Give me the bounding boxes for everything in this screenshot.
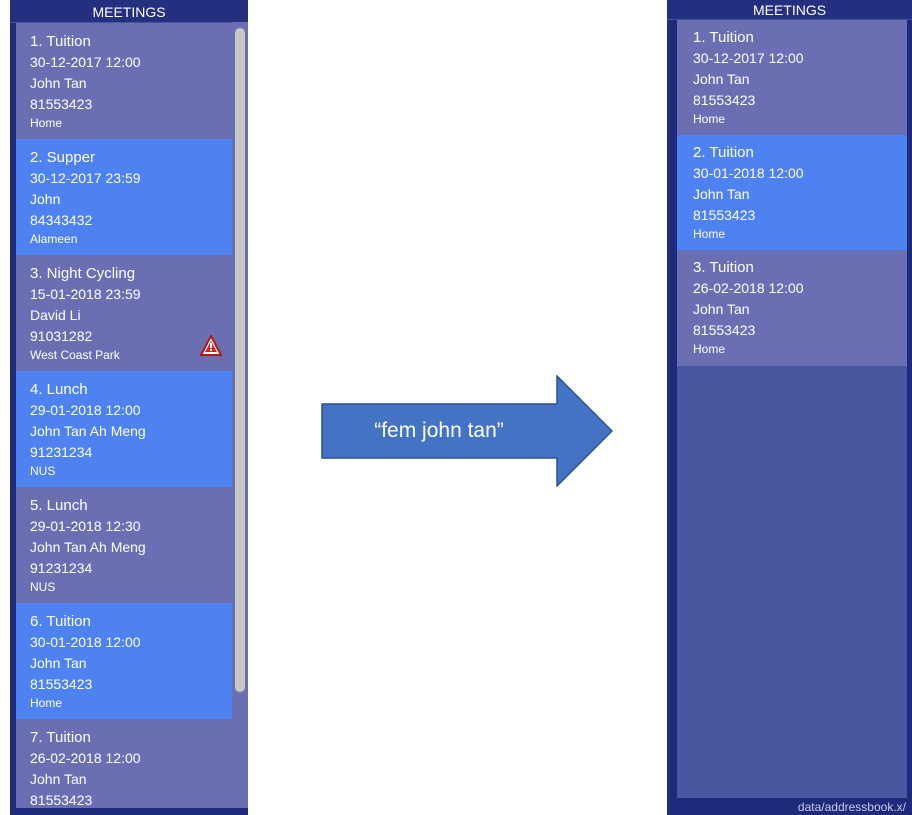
meeting-card[interactable]: 3. Night Cycling 15-01-2018 23:59 David … xyxy=(16,255,232,371)
meeting-location: Home xyxy=(693,342,726,356)
meeting-card[interactable]: 6. Tuition 30-01-2018 12:00 John Tan 815… xyxy=(16,603,232,719)
meeting-title: 7. Tuition xyxy=(30,729,91,746)
meeting-location: Home xyxy=(30,696,63,710)
meeting-card[interactable]: 7. Tuition 26-02-2018 12:00 John Tan 815… xyxy=(16,719,232,808)
meeting-card[interactable]: 2. Supper 30-12-2017 23:59 John 84343432… xyxy=(16,139,232,255)
meeting-datetime: 29-01-2018 12:00 xyxy=(30,402,141,418)
meeting-contact-name: John Tan xyxy=(30,75,87,91)
meeting-datetime: 30-01-2018 12:00 xyxy=(30,634,141,650)
meeting-title: 3. Night Cycling xyxy=(30,265,136,282)
right-panel-header: MEETINGS xyxy=(667,0,912,20)
right-meetings-panel: MEETINGS 1. Tuition 30-12-2017 12:00 Joh… xyxy=(667,0,912,815)
command-label: “fem john tan” xyxy=(374,419,504,442)
meeting-contact-name: John Tan Ah Meng xyxy=(30,539,146,555)
meeting-phone: 81553423 xyxy=(30,96,93,112)
meeting-location: Home xyxy=(693,227,726,241)
meeting-title: 4. Lunch xyxy=(30,381,88,398)
meeting-list-scrollbar[interactable] xyxy=(232,22,248,808)
meeting-datetime: 30-12-2017 23:59 xyxy=(30,170,141,186)
left-panel-header: MEETINGS xyxy=(10,0,248,23)
meeting-contact-name: David Li xyxy=(30,307,81,323)
left-meetings-panel: MEETINGS 1. Tuition 30-12-2017 12:00 Joh… xyxy=(10,0,248,815)
meeting-title: 6. Tuition xyxy=(30,613,91,630)
meeting-phone: 81553423 xyxy=(30,792,93,808)
meeting-contact-name: John Tan xyxy=(693,71,750,87)
meeting-phone: 81553423 xyxy=(693,92,756,108)
meeting-contact-name: John Tan xyxy=(30,655,87,671)
meeting-phone: 84343432 xyxy=(30,212,93,228)
meeting-card[interactable]: 1. Tuition 30-12-2017 12:00 John Tan 815… xyxy=(677,20,907,135)
meeting-title: 2. Supper xyxy=(30,149,96,166)
meeting-phone: 91231234 xyxy=(30,444,93,460)
meeting-card[interactable]: 3. Tuition 26-02-2018 12:00 John Tan 815… xyxy=(677,250,907,366)
meeting-location: Home xyxy=(693,112,726,126)
meeting-phone: 81553423 xyxy=(693,207,756,223)
meeting-contact-name: John xyxy=(30,191,61,207)
meeting-title: 5. Lunch xyxy=(30,497,88,514)
meeting-phone: 81553423 xyxy=(30,676,93,692)
scrollbar-thumb[interactable] xyxy=(235,28,245,692)
meeting-location: NUS xyxy=(30,580,56,594)
meeting-phone: 91231234 xyxy=(30,560,93,576)
meeting-datetime: 26-02-2018 12:00 xyxy=(30,750,141,766)
meeting-card[interactable]: 5. Lunch 29-01-2018 12:30 John Tan Ah Me… xyxy=(16,487,232,603)
meeting-phone: 81553423 xyxy=(693,322,756,338)
right-meeting-list[interactable]: 1. Tuition 30-12-2017 12:00 John Tan 815… xyxy=(677,20,907,798)
meeting-card[interactable]: 2. Tuition 30-01-2018 12:00 John Tan 815… xyxy=(677,135,907,250)
meeting-datetime: 29-01-2018 12:30 xyxy=(30,518,141,534)
meeting-contact-name: John Tan xyxy=(693,186,750,202)
left-meeting-list[interactable]: 1. Tuition 30-12-2017 12:00 John Tan 815… xyxy=(16,23,232,808)
meeting-card[interactable]: 1. Tuition 30-12-2017 12:00 John Tan 815… xyxy=(16,23,232,139)
meeting-location: NUS xyxy=(30,464,56,478)
meeting-title: 2. Tuition xyxy=(693,144,754,161)
meeting-datetime: 26-02-2018 12:00 xyxy=(693,280,804,296)
meeting-title: 1. Tuition xyxy=(30,33,91,50)
meeting-datetime: 30-12-2017 12:00 xyxy=(30,54,141,70)
meeting-contact-name: John Tan xyxy=(693,301,750,317)
meeting-title: 1. Tuition xyxy=(693,29,754,46)
meeting-datetime: 15-01-2018 23:59 xyxy=(30,286,141,302)
meeting-location: Home xyxy=(30,116,63,130)
meeting-card[interactable]: 4. Lunch 29-01-2018 12:00 John Tan Ah Me… xyxy=(16,371,232,487)
meeting-datetime: 30-12-2017 12:00 xyxy=(693,50,804,66)
meeting-location: Alameen xyxy=(30,232,78,246)
status-bar: data/addressbook.x/ xyxy=(667,800,912,815)
meeting-title: 3. Tuition xyxy=(693,259,754,276)
meeting-contact-name: John Tan xyxy=(30,771,87,787)
meeting-contact-name: John Tan Ah Meng xyxy=(30,423,146,439)
warning-icon xyxy=(200,335,222,356)
meeting-datetime: 30-01-2018 12:00 xyxy=(693,165,804,181)
